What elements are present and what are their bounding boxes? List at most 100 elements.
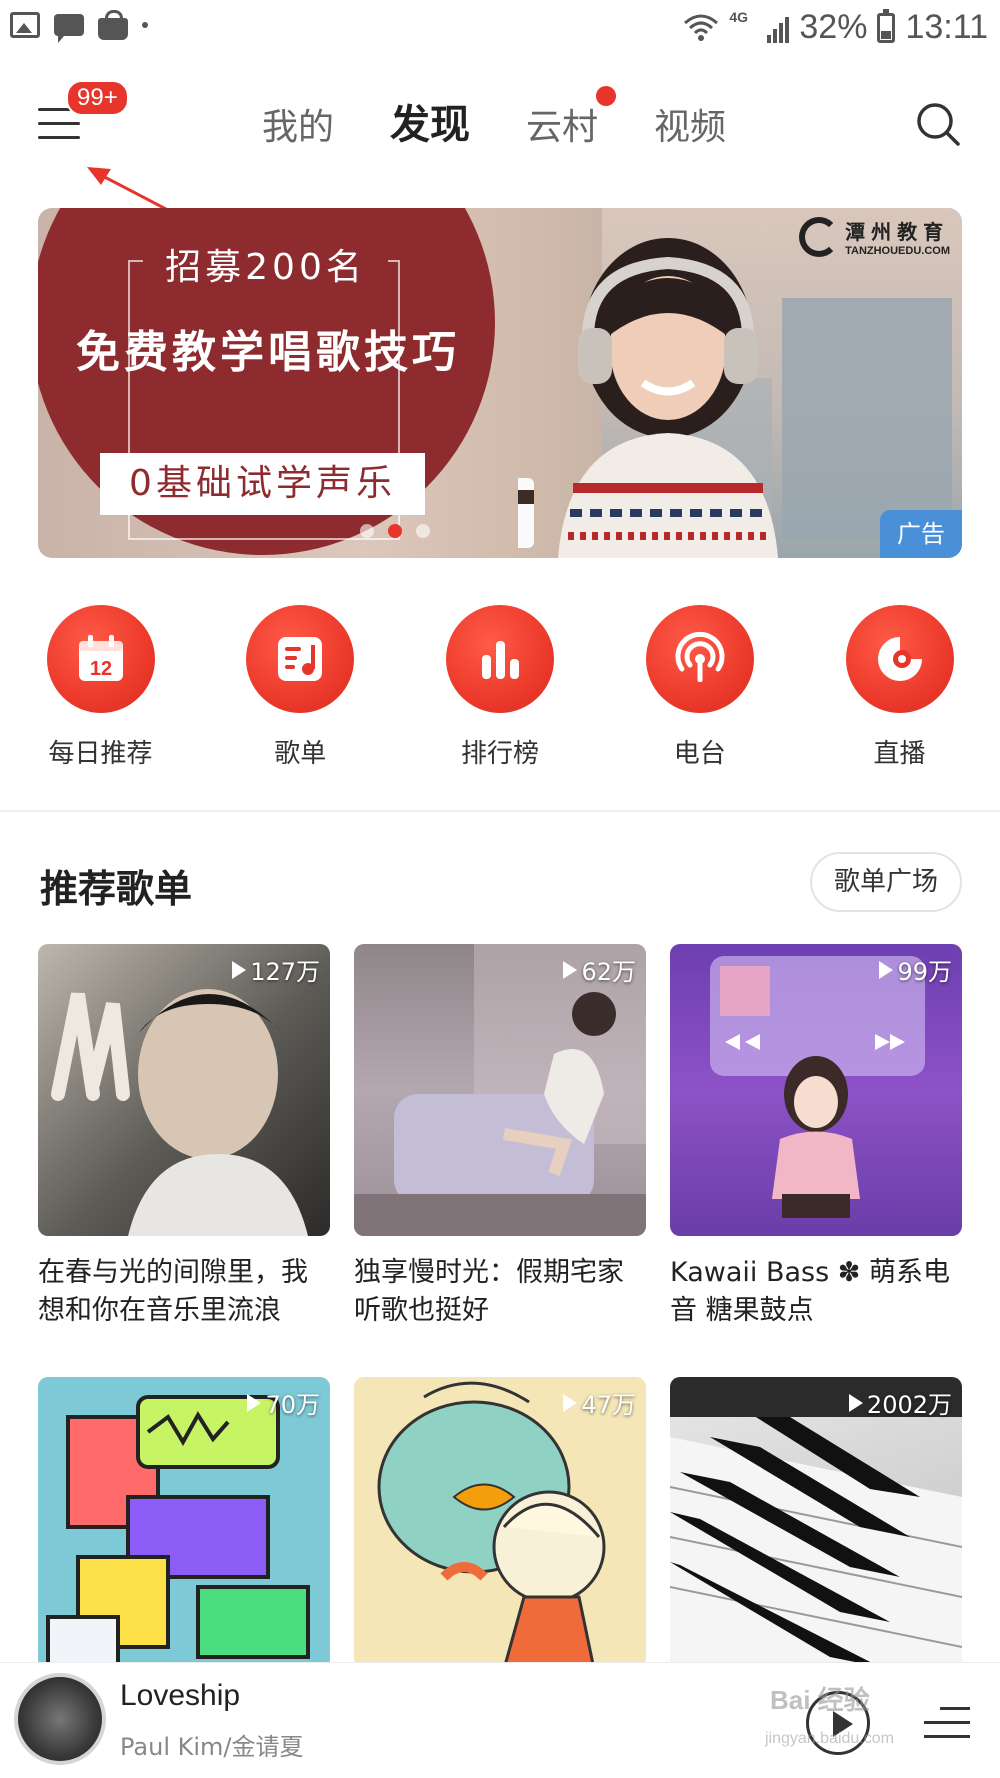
- ad-banner[interactable]: 招募200名 免费教学唱歌技巧 0基础试学声乐 潭州教育 TANZHOUEDU.…: [38, 208, 962, 558]
- playlist-card[interactable]: 70万: [38, 1377, 330, 1669]
- play-count: 70万: [247, 1385, 320, 1420]
- ad-label: 广告: [880, 510, 962, 558]
- cover-art-piano: [670, 1377, 962, 1669]
- tab-discover[interactable]: 发现: [388, 92, 472, 150]
- play-icon: [563, 1393, 578, 1412]
- playlist-cover: 127万: [38, 944, 330, 1236]
- message-icon: [54, 14, 84, 43]
- cell-signal-icon: 4G: [729, 8, 790, 45]
- quick-label: 排行榜: [460, 739, 539, 769]
- quick-icon-bg: [845, 605, 954, 713]
- quick-live[interactable]: 直播: [837, 605, 962, 775]
- more-notifications-dot: [142, 22, 148, 28]
- playlist-card[interactable]: 2002万: [670, 1377, 962, 1669]
- chart-icon: [482, 641, 519, 679]
- playlist-cover: 99万: [670, 944, 962, 1236]
- tab-mine[interactable]: 我的: [260, 98, 336, 150]
- playlist-cover: 70万: [38, 1377, 330, 1669]
- quick-charts[interactable]: 排行榜: [438, 605, 563, 775]
- play-icon: [879, 960, 894, 979]
- playlist-square-button[interactable]: 歌单广场: [809, 852, 962, 912]
- brand-logo-text: 潭州教育 TANZHOUEDU.COM: [845, 216, 950, 257]
- cover-art-fishbowl: [377, 1381, 606, 1669]
- page-dot-active: [388, 524, 402, 538]
- play-count-value: 127万: [250, 958, 320, 986]
- banner-main-text: 免费教学唱歌技巧: [76, 327, 460, 378]
- banner-sub-text: 0基础试学声乐: [100, 453, 425, 515]
- play-count-value: 62万: [581, 958, 636, 986]
- section-title: 推荐歌单: [40, 867, 193, 911]
- brand-logo: 潭州教育 TANZHOUEDU.COM: [799, 216, 950, 257]
- play-count-value: 99万: [897, 958, 952, 986]
- status-bar: 4G 32% 13:11: [0, 0, 1000, 62]
- live-icon: [877, 637, 922, 681]
- app-screen: 4G 32% 13:11 99+ 我的 发现 云村 视频 招募200名 免费教学…: [0, 0, 1000, 1778]
- wifi-icon: [684, 14, 719, 41]
- shopping-bag-icon: [98, 10, 128, 40]
- play-count: 99万: [879, 952, 952, 987]
- play-count: 62万: [563, 952, 636, 987]
- page-dot: [360, 524, 374, 538]
- playlist-card[interactable]: 99万 Kawaii Bass ✽ 萌系电音 糖果鼓点: [670, 944, 962, 1334]
- banner-pagination: [360, 524, 430, 538]
- play-count: 127万: [232, 952, 320, 987]
- battery-percent: 32%: [799, 8, 868, 46]
- brand-name: 潭州教育: [845, 220, 950, 244]
- quick-label: 每日推荐: [48, 739, 153, 769]
- quick-icon-bg: 12: [46, 605, 155, 713]
- page-dot: [416, 524, 430, 538]
- banner-headline: 招募200名: [143, 238, 388, 290]
- play-icon: [563, 960, 578, 979]
- quick-label: 歌单: [274, 739, 327, 769]
- cover-art-illustration: [354, 944, 646, 1236]
- playlist-cover: 47万: [354, 1377, 646, 1669]
- playlist-title: 独享慢时光：假期宅家听歌也挺好: [354, 1257, 624, 1326]
- play-count: 47万: [563, 1385, 636, 1420]
- brand-url: TANZHOUEDU.COM: [845, 245, 950, 257]
- cover-art-portrait: [51, 989, 308, 1236]
- quick-icon-bg: [446, 605, 554, 713]
- watermark-url: jingyan.baidu.com: [765, 1730, 894, 1747]
- quick-daily-recommend[interactable]: 12 每日推荐: [38, 605, 163, 775]
- cover-art-pixel: [46, 1395, 310, 1669]
- unread-dot: [596, 86, 617, 106]
- now-playing-cover[interactable]: [14, 1673, 106, 1765]
- playlist-icon: [278, 637, 323, 681]
- calendar-day: 12: [89, 658, 111, 680]
- divider: [0, 810, 1000, 812]
- calendar-icon: 12: [78, 635, 123, 681]
- tab-village[interactable]: 云村: [524, 86, 617, 150]
- quick-icon-bg: [645, 605, 754, 713]
- quick-label: 直播: [873, 739, 926, 769]
- system-indicators: 4G 32% 13:11: [683, 8, 988, 47]
- tab-video[interactable]: 视频: [652, 98, 728, 150]
- battery-icon: [877, 8, 896, 43]
- quick-playlist[interactable]: 歌单: [238, 605, 363, 775]
- clock: 13:11: [905, 8, 988, 46]
- top-nav: 99+ 我的 发现 云村 视频: [0, 62, 1000, 234]
- now-playing-artist: Paul Kim/金请夏: [120, 1733, 304, 1761]
- playlist-queue-icon[interactable]: [924, 1703, 970, 1743]
- tab-village-label: 云村: [526, 107, 599, 148]
- notification-icons: [10, 10, 148, 43]
- play-count-value: 47万: [581, 1391, 636, 1419]
- search-icon[interactable]: [914, 100, 962, 148]
- brand-logo-icon: [799, 216, 840, 257]
- playlist-card[interactable]: 47万: [354, 1377, 646, 1669]
- banner-model-image: [518, 238, 778, 558]
- radio-icon: [675, 631, 725, 682]
- play-count-value: 2002万: [866, 1391, 952, 1419]
- playlist-cover: 62万: [354, 944, 646, 1236]
- main-tabs: 我的 发现 云村 视频: [260, 86, 728, 150]
- play-count-value: 70万: [265, 1391, 320, 1419]
- quick-radio[interactable]: 电台: [637, 605, 762, 775]
- playlist-title: 在春与光的间隙里，我想和你在音乐里流浪: [38, 1257, 308, 1326]
- watermark: Bai 经验: [770, 1685, 870, 1715]
- quick-links: 12 每日推荐 歌单 排行榜 电台 直播: [0, 605, 1000, 775]
- playlist-card[interactable]: 127万 在春与光的间隙里，我想和你在音乐里流浪: [38, 944, 330, 1334]
- network-type: 4G: [729, 8, 749, 25]
- quick-icon-bg: [246, 605, 355, 713]
- playlist-card[interactable]: 62万 独享慢时光：假期宅家听歌也挺好: [354, 944, 646, 1334]
- play-icon: [247, 1393, 262, 1412]
- cover-art-anime: [710, 956, 925, 1218]
